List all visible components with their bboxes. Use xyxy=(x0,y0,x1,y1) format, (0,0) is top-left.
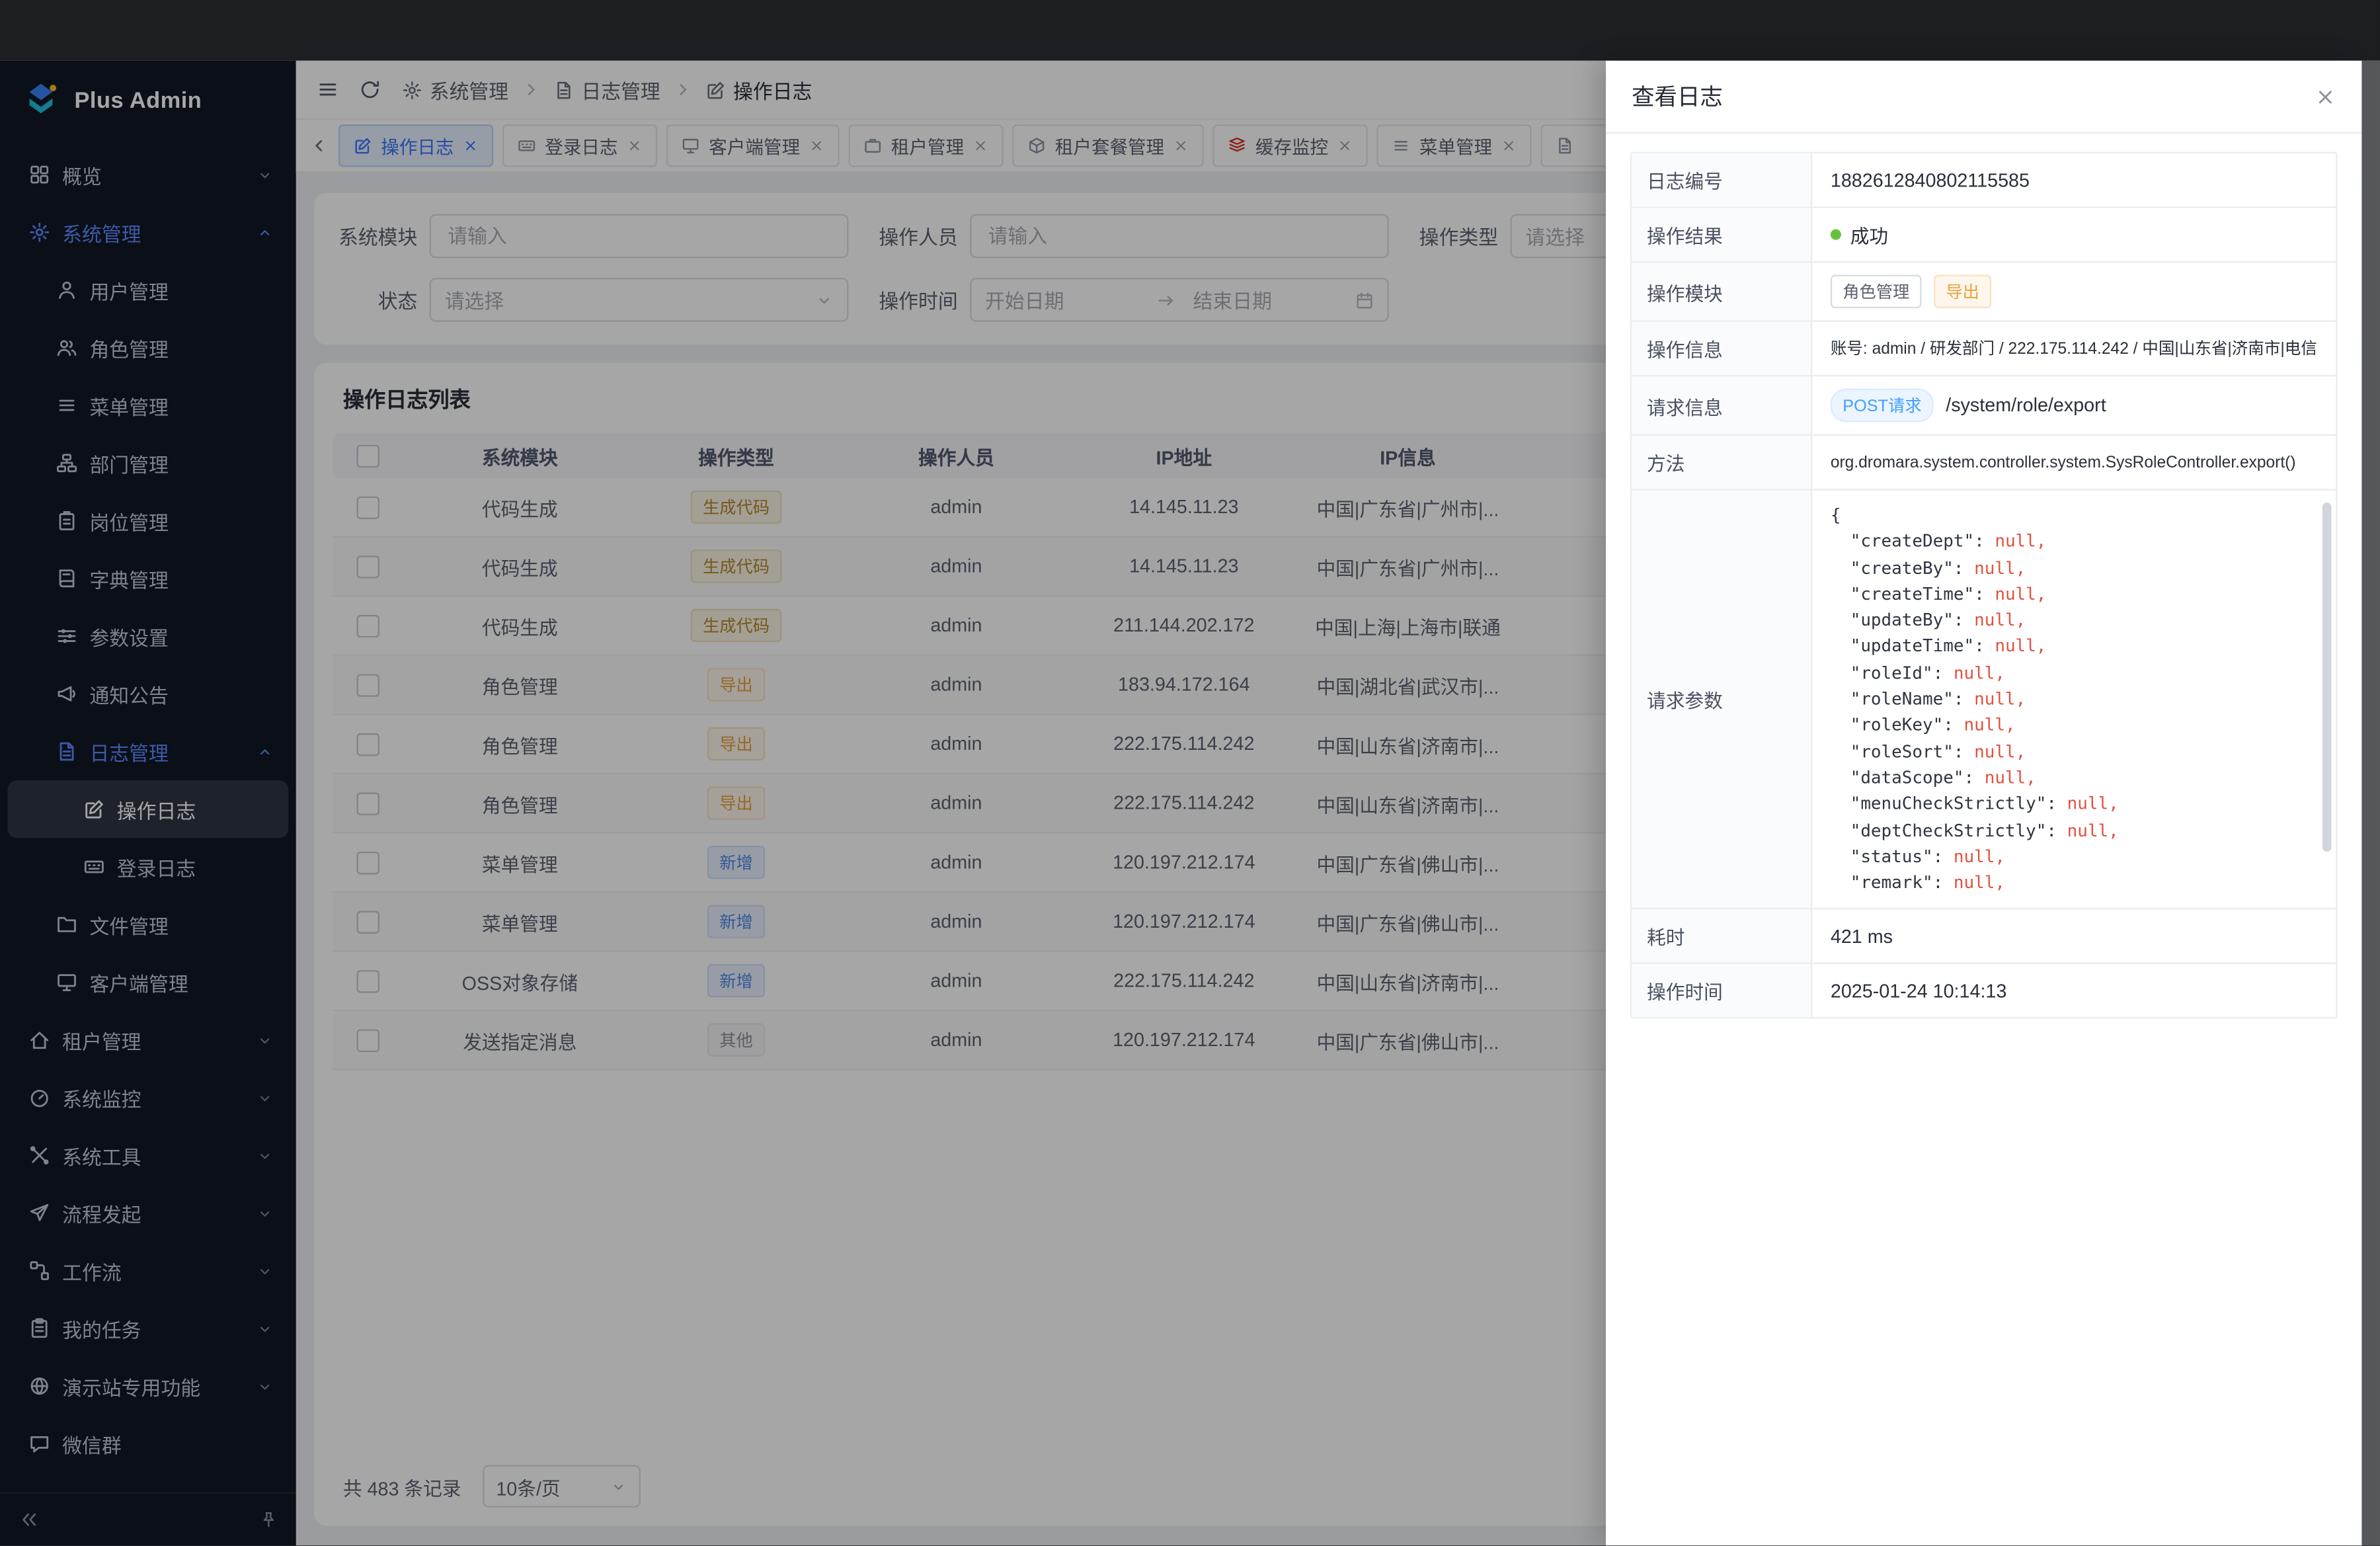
request-url: /system/role/export xyxy=(1946,395,2106,416)
request-params-code[interactable]: { "createDept": null, "createBy": null, … xyxy=(1812,491,2336,909)
drawer-title: 查看日志 xyxy=(1632,81,1723,112)
detail-row-result: 操作结果 成功 xyxy=(1632,208,2336,263)
operation-info-value: 账号: admin / 研发部门 / 222.175.114.242 / 中国|… xyxy=(1812,322,2336,375)
detail-row-cost: 耗时 421 ms xyxy=(1632,910,2336,965)
post-method-tag: POST请求 xyxy=(1831,389,1934,423)
log-id-value: 1882612840802115585 xyxy=(1812,153,2336,206)
result-value: 成功 xyxy=(1850,220,1888,249)
detail-row-info: 操作信息 账号: admin / 研发部门 / 222.175.114.242 … xyxy=(1632,322,2336,377)
log-detail-table: 日志编号 1882612840802115585 操作结果 成功 操作模块 角色… xyxy=(1630,152,2338,1020)
detail-row-method: 方法 org.dromara.system.controller.system.… xyxy=(1632,436,2336,491)
drawer-body: 日志编号 1882612840802115585 操作结果 成功 操作模块 角色… xyxy=(1606,134,2361,1037)
method-value: org.dromara.system.controller.system.Sys… xyxy=(1812,436,2336,489)
success-dot-icon xyxy=(1831,229,1841,240)
drawer-header: 查看日志 xyxy=(1606,61,2361,134)
cost-value: 421 ms xyxy=(1812,910,2336,963)
view-log-drawer: 查看日志 日志编号 1882612840802115585 操作结果 成功 操作… xyxy=(1606,61,2361,1546)
detail-row-module: 操作模块 角色管理 导出 xyxy=(1632,263,2336,322)
action-tag: 导出 xyxy=(1934,275,1991,309)
detail-row-request: 请求信息 POST请求 /system/role/export xyxy=(1632,376,2336,436)
page-scrollbar[interactable] xyxy=(2361,61,2380,1546)
module-tag: 角色管理 xyxy=(1831,275,1922,309)
detail-row-log-id: 日志编号 1882612840802115585 xyxy=(1632,153,2336,208)
window-chrome xyxy=(0,0,2380,61)
close-icon[interactable] xyxy=(2315,86,2336,107)
screen: Plus Admin 概览 系统管理 用户管理 角色管理 菜单管理 部门管理 岗… xyxy=(0,0,2380,1546)
detail-row-time: 操作时间 2025-01-24 10:14:13 xyxy=(1632,965,2336,1018)
code-scrollbar[interactable] xyxy=(2322,503,2332,852)
detail-row-params: 请求参数 { "createDept": null, "createBy": n… xyxy=(1632,491,2336,911)
operation-time-value: 2025-01-24 10:14:13 xyxy=(1812,965,2336,1018)
